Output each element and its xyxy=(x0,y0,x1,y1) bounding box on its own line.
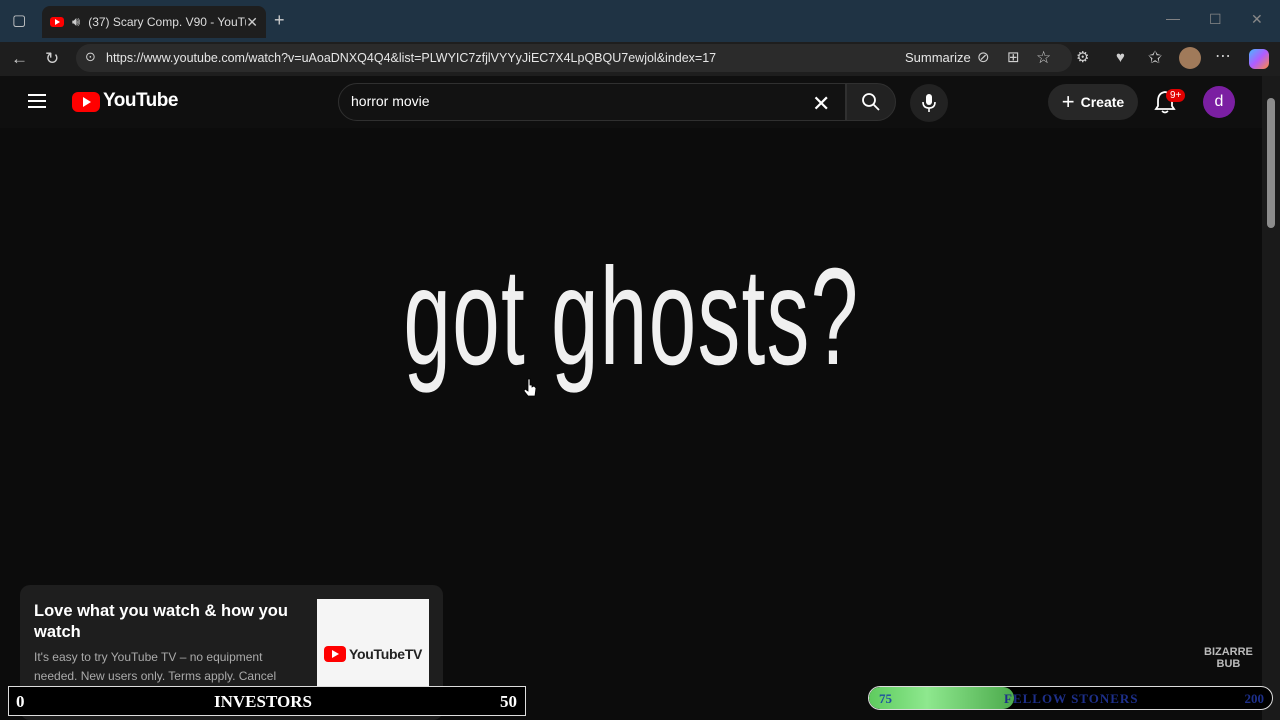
channel-watermark: BIZARRE BUB xyxy=(1204,646,1253,670)
copilot-icon[interactable] xyxy=(1249,49,1269,69)
browser-titlebar: ▢ 🔊︎ (37) Scary Comp. V90 - YouTube ✕ + … xyxy=(0,0,1280,42)
plus-icon: + xyxy=(1061,89,1075,114)
youtube-tv-logo-icon xyxy=(324,646,346,662)
fellow-stoners-min-value: 75 xyxy=(879,691,892,706)
search-box[interactable]: ✕ xyxy=(338,83,846,121)
refresh-icon[interactable]: ↻ xyxy=(45,50,59,67)
search-button[interactable] xyxy=(846,83,896,121)
fellow-stoners-progress-bar: 75 FELLOW STONERS 200 xyxy=(868,686,1273,710)
youtube-logo-icon[interactable] xyxy=(72,92,100,112)
read-aloud-icon[interactable]: ⊘ xyxy=(977,50,990,65)
fellow-stoners-max-value: 200 xyxy=(1244,691,1265,706)
investors-progress-bar: 0 INVESTORS 50 xyxy=(8,686,526,716)
hamburger-menu-icon[interactable] xyxy=(28,94,46,108)
user-avatar[interactable]: d xyxy=(1203,86,1235,118)
summarize-button[interactable]: Summarize xyxy=(905,50,971,65)
more-options-icon[interactable]: ⋯ xyxy=(1215,49,1231,65)
search-input[interactable] xyxy=(351,93,791,109)
voice-search-button[interactable] xyxy=(910,84,948,122)
browser-tab[interactable]: 🔊︎ (37) Scary Comp. V90 - YouTube ✕ xyxy=(42,6,266,38)
new-tab-icon[interactable]: + xyxy=(274,11,285,29)
create-label: Create xyxy=(1080,94,1125,110)
favorites-icon[interactable]: ✩ xyxy=(1148,49,1162,66)
promo-image-text: YouTubeTV xyxy=(349,646,422,662)
speaker-icon[interactable]: 🔊︎ xyxy=(72,14,80,30)
url-text: https://www.youtube.com/watch?v=uAoaDNXQ… xyxy=(106,51,717,65)
fellow-stoners-label: FELLOW STONERS xyxy=(1004,691,1139,706)
app-available-icon[interactable]: ⊞ xyxy=(1007,50,1020,65)
site-info-icon[interactable]: ⊙ xyxy=(85,50,96,63)
mouse-cursor-icon xyxy=(524,378,537,397)
investors-label: INVESTORS xyxy=(214,692,312,711)
close-window-icon[interactable]: ✕ xyxy=(1251,12,1263,26)
search-icon xyxy=(862,93,880,111)
browser-toolbar: ← ↻ ⊙ https://www.youtube.com/watch?v=uA… xyxy=(0,42,1280,76)
scrollbar-thumb[interactable] xyxy=(1267,98,1275,228)
watermark-line-2: BUB xyxy=(1216,658,1241,670)
browser-essentials-icon[interactable]: ♥ xyxy=(1116,50,1125,65)
profile-avatar-icon[interactable] xyxy=(1179,47,1201,69)
investors-max-value: 50 xyxy=(500,692,517,711)
notification-badge: 9+ xyxy=(1166,89,1186,102)
video-frame-text: got ghosts? xyxy=(403,240,860,394)
back-icon[interactable]: ← xyxy=(11,50,28,67)
favorite-star-icon[interactable]: ☆ xyxy=(1036,49,1051,66)
clear-search-icon[interactable]: ✕ xyxy=(812,91,830,117)
youtube-header: YouTube ✕ + Create xyxy=(0,76,1262,128)
create-button[interactable]: + Create xyxy=(1048,84,1138,120)
tab-title: (37) Scary Comp. V90 - YouTube xyxy=(88,15,246,29)
tab-actions-icon[interactable]: ▢ xyxy=(12,13,26,28)
microphone-icon xyxy=(922,94,936,112)
youtube-favicon-icon xyxy=(50,17,64,27)
maximize-icon[interactable]: ☐ xyxy=(1209,12,1222,26)
watermark-line-1: BIZARRE xyxy=(1204,646,1253,658)
close-tab-icon[interactable]: ✕ xyxy=(246,14,258,31)
extensions-icon[interactable]: ⚙ xyxy=(1076,50,1089,65)
promo-title: Love what you watch & how you watch xyxy=(34,602,288,641)
page-scrollbar[interactable] xyxy=(1262,76,1280,720)
youtube-logo-text[interactable]: YouTube xyxy=(103,90,178,112)
investors-min-value: 0 xyxy=(16,692,25,711)
minimize-icon[interactable]: — xyxy=(1166,11,1180,25)
